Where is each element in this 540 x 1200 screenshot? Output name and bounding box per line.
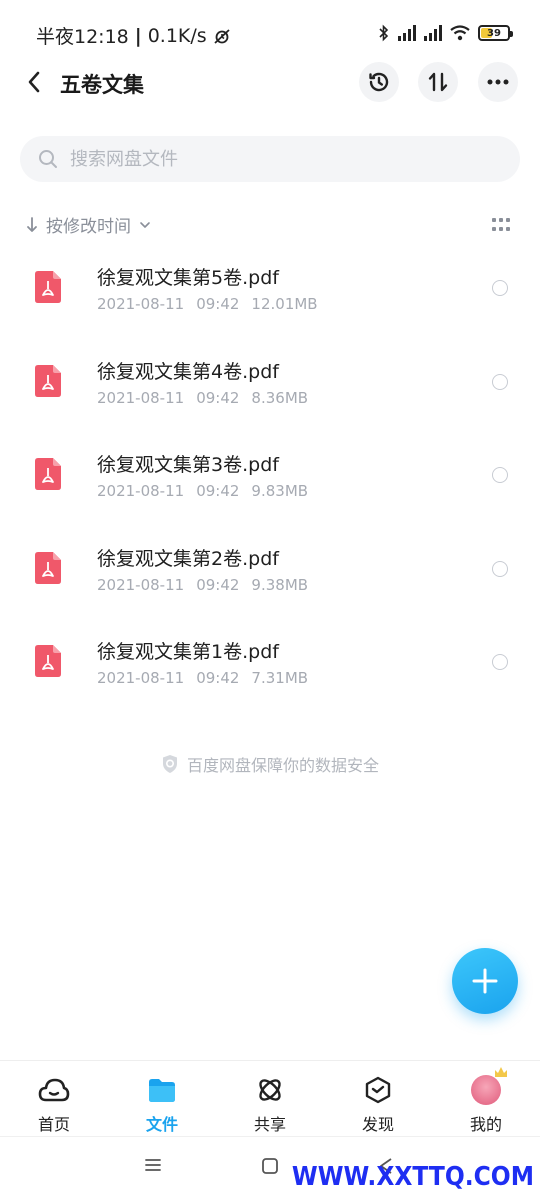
file-meta: 2021-08-11 09:42 12.01MB xyxy=(97,295,318,313)
discover-box-icon xyxy=(362,1075,394,1105)
tab-files-label: 文件 xyxy=(145,1115,178,1134)
header: 五卷文集 xyxy=(0,60,540,106)
alarm-off-icon xyxy=(214,28,230,44)
file-row[interactable]: 徐复观文集第1卷.pdf 2021-08-11 09:42 7.31MB xyxy=(0,618,540,712)
status-right: 39 xyxy=(378,24,513,42)
file-time: 09:42 xyxy=(196,669,240,687)
shield-icon xyxy=(162,755,177,773)
file-name: 徐复观文集第1卷.pdf xyxy=(97,641,279,663)
file-size: 7.31MB xyxy=(251,669,309,687)
plus-icon xyxy=(472,968,498,994)
more-dots-icon xyxy=(487,79,509,85)
tab-home[interactable]: 首页 xyxy=(0,1061,108,1136)
file-time: 09:42 xyxy=(196,575,240,594)
file-name: 徐复观文集第3卷.pdf xyxy=(97,454,279,476)
tab-share[interactable]: 共享 xyxy=(216,1061,324,1136)
cloud-home-icon xyxy=(38,1075,70,1105)
tab-share-label: 共享 xyxy=(253,1115,286,1134)
select-radio[interactable] xyxy=(492,467,508,483)
select-radio[interactable] xyxy=(492,654,508,670)
chevron-down-icon xyxy=(140,221,150,228)
file-size: 9.38MB xyxy=(251,575,309,594)
bottom-nav: 首页 文件 共享 发现 我的 xyxy=(0,1060,540,1136)
history-icon xyxy=(369,72,389,92)
network-speed: 0.1K/s xyxy=(147,24,207,47)
file-date: 2021-08-11 xyxy=(97,575,185,594)
file-name: 徐复观文集第4卷.pdf xyxy=(97,360,279,383)
pdf-file-icon xyxy=(35,458,61,490)
file-meta: 2021-08-11 09:42 8.36MB xyxy=(97,389,308,407)
tab-files[interactable]: 文件 xyxy=(108,1061,216,1136)
file-list: 徐复观文集第5卷.pdf 2021-08-11 09:42 12.01MB 徐复观文… xyxy=(0,244,540,712)
sort-label: 按修改时间 xyxy=(46,217,131,237)
file-row[interactable]: 徐复观文集第4卷.pdf 2021-08-11 09:42 8.36MB xyxy=(0,338,540,432)
pdf-file-icon xyxy=(35,645,61,677)
search-icon xyxy=(39,150,57,168)
signal-icon xyxy=(398,25,416,41)
file-name: 徐复观文集第2卷.pdf xyxy=(97,547,279,570)
battery-icon: 39 xyxy=(478,25,513,41)
tab-discover[interactable]: 发现 xyxy=(324,1061,432,1136)
search-input[interactable] xyxy=(70,148,470,170)
tab-me[interactable]: 我的 xyxy=(432,1061,540,1136)
signal-icon-2 xyxy=(424,25,442,41)
file-date: 2021-08-11 xyxy=(97,482,185,500)
home-square-icon[interactable] xyxy=(261,1157,279,1175)
grid-view-icon[interactable] xyxy=(492,218,510,232)
file-name: 徐复观文集第5卷.pdf xyxy=(97,267,279,289)
tab-me-label: 我的 xyxy=(469,1115,502,1134)
file-size: 9.83MB xyxy=(251,482,309,500)
pdf-file-icon xyxy=(35,271,61,303)
avatar xyxy=(471,1075,501,1105)
page-title: 五卷文集 xyxy=(60,73,144,97)
bluetooth-icon xyxy=(379,24,389,42)
more-button[interactable] xyxy=(478,62,518,102)
select-radio[interactable] xyxy=(492,373,508,390)
select-radio[interactable] xyxy=(492,560,508,577)
security-note: 百度网盘保障你的数据安全 xyxy=(0,752,540,776)
transfer-arrows-icon xyxy=(428,72,448,92)
status-bar: 半夜12:18 | 0.1K/s 39 xyxy=(0,0,540,66)
pdf-file-icon xyxy=(35,551,61,584)
menu-icon[interactable] xyxy=(144,1157,162,1173)
file-row[interactable]: 徐复观文集第5卷.pdf 2021-08-11 09:42 12.01MB xyxy=(0,244,540,338)
file-date: 2021-08-11 xyxy=(97,295,185,313)
tab-discover-label: 发现 xyxy=(361,1115,394,1134)
folder-icon xyxy=(146,1075,178,1105)
status-left: 半夜12:18 | 0.1K/s xyxy=(36,22,231,49)
file-time: 09:42 xyxy=(196,482,240,500)
transfer-button[interactable] xyxy=(418,62,458,102)
sort-selector[interactable]: 按修改时间 xyxy=(26,212,151,237)
wifi-icon xyxy=(450,25,470,41)
file-date: 2021-08-11 xyxy=(97,388,185,407)
history-button[interactable] xyxy=(359,62,399,102)
file-meta: 2021-08-11 09:42 9.83MB xyxy=(97,482,308,500)
pdf-file-icon xyxy=(35,364,61,397)
tab-home-label: 首页 xyxy=(37,1115,70,1134)
search-bar[interactable] xyxy=(20,136,520,182)
security-note-text: 百度网盘保障你的数据安全 xyxy=(186,756,379,775)
status-time: 半夜12:18 xyxy=(36,26,129,48)
avatar-wrap xyxy=(470,1075,502,1105)
status-divider: | xyxy=(134,24,142,47)
file-size: 8.36MB xyxy=(251,388,309,407)
file-meta: 2021-08-11 09:42 9.38MB xyxy=(97,576,308,594)
back-button[interactable] xyxy=(18,66,50,98)
chevron-left-icon xyxy=(28,71,40,93)
file-size: 12.01MB xyxy=(251,295,318,313)
file-row[interactable]: 徐复观文集第3卷.pdf 2021-08-11 09:42 9.83MB xyxy=(0,431,540,525)
add-button[interactable] xyxy=(452,948,518,1014)
share-orbit-icon xyxy=(254,1075,286,1105)
file-date: 2021-08-11 xyxy=(97,669,185,687)
arrow-down-icon xyxy=(27,216,37,232)
file-time: 09:42 xyxy=(196,388,240,407)
battery-level: 39 xyxy=(487,27,501,39)
file-time: 09:42 xyxy=(196,295,240,313)
file-meta: 2021-08-11 09:42 7.31MB xyxy=(97,669,308,687)
file-row[interactable]: 徐复观文集第2卷.pdf 2021-08-11 09:42 9.38MB xyxy=(0,525,540,619)
watermark-text: WWW.XXTTQ.COM xyxy=(291,1162,534,1192)
select-radio[interactable] xyxy=(492,280,508,296)
